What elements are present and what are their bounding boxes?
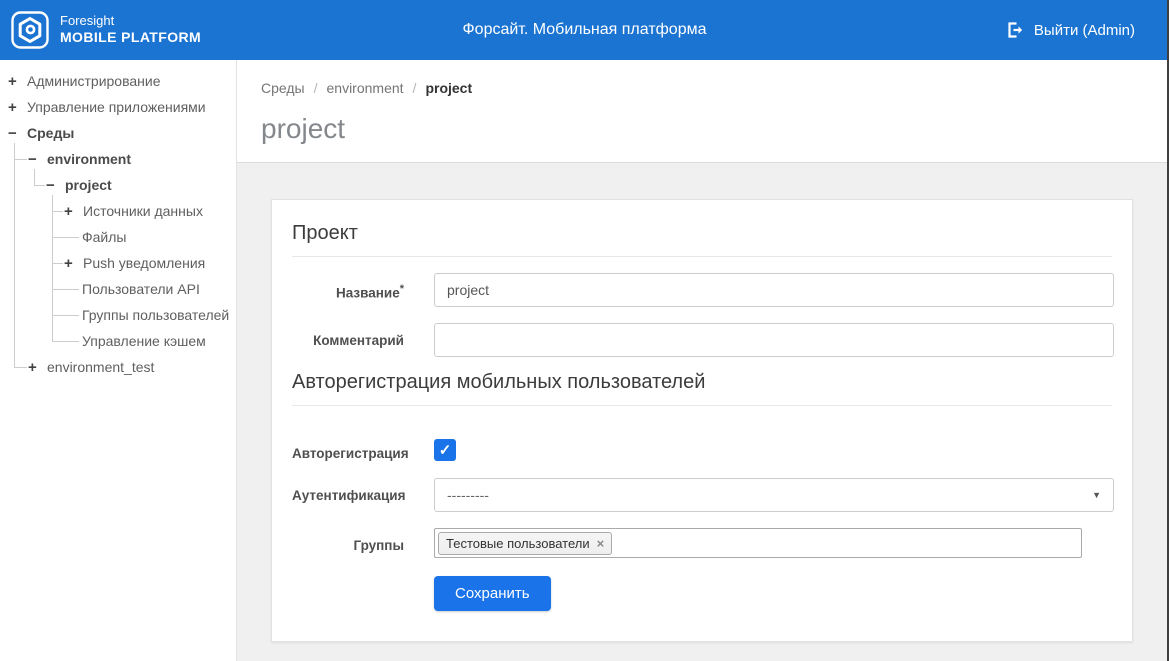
expand-icon[interactable]: + bbox=[64, 255, 83, 272]
brand-name: Foresight bbox=[60, 13, 201, 29]
project-form-card: Проект Название* Комментарий Авторегистр… bbox=[271, 199, 1133, 642]
sidebar-item-data-sources[interactable]: + Источники данных bbox=[0, 198, 236, 224]
tree-connector bbox=[14, 367, 27, 368]
sidebar-item-environments[interactable]: − Среды bbox=[0, 120, 236, 146]
breadcrumb: Среды / environment / project bbox=[261, 80, 1145, 96]
brand-logo[interactable]: Foresight MOBILE PLATFORM bbox=[0, 11, 201, 49]
page-topbar: Среды / environment / project project bbox=[237, 60, 1169, 163]
tree-connector bbox=[52, 341, 79, 342]
tree-connector bbox=[52, 289, 79, 290]
environment-tree: + Администрирование + Управление приложе… bbox=[0, 60, 236, 380]
sidebar-item-push-notifications[interactable]: + Push уведомления bbox=[0, 250, 236, 276]
sidebar-item-environment-test[interactable]: + environment_test bbox=[0, 354, 236, 380]
collapse-icon[interactable]: − bbox=[46, 177, 65, 194]
groups-multiselect[interactable]: Тестовые пользователи × bbox=[434, 528, 1082, 558]
tree-connector bbox=[52, 263, 63, 264]
expand-icon[interactable]: + bbox=[8, 99, 27, 116]
sidebar: + Администрирование + Управление приложе… bbox=[0, 60, 237, 661]
group-tag: Тестовые пользователи × bbox=[438, 532, 612, 555]
tree-connector bbox=[52, 211, 63, 212]
group-tag-label: Тестовые пользователи bbox=[446, 536, 590, 551]
name-input[interactable] bbox=[434, 273, 1114, 307]
name-label: Название* bbox=[292, 273, 404, 302]
groups-field-row: Группы Тестовые пользователи × bbox=[292, 528, 1112, 558]
sidebar-item-api-users[interactable]: Пользователи API bbox=[0, 276, 236, 302]
sidebar-item-files[interactable]: Файлы bbox=[0, 224, 236, 250]
comment-field-row: Комментарий bbox=[292, 323, 1112, 357]
page-title: project bbox=[261, 113, 1145, 145]
comment-input[interactable] bbox=[434, 323, 1114, 357]
authentication-select-value: --------- bbox=[447, 487, 489, 503]
sidebar-item-project[interactable]: − project bbox=[0, 172, 236, 198]
sidebar-item-app-management[interactable]: + Управление приложениями bbox=[0, 94, 236, 120]
checkmark-icon: ✓ bbox=[439, 441, 452, 459]
brand-text: Foresight MOBILE PLATFORM bbox=[60, 13, 201, 47]
breadcrumb-environment[interactable]: environment bbox=[327, 80, 404, 96]
chevron-down-icon: ▼ bbox=[1092, 490, 1101, 500]
tree-connector bbox=[52, 237, 79, 238]
breadcrumb-separator: / bbox=[413, 80, 417, 96]
expand-icon[interactable]: + bbox=[8, 73, 27, 90]
logout-icon bbox=[1006, 21, 1024, 39]
groups-label: Группы bbox=[292, 528, 404, 554]
save-button[interactable]: Сохранить bbox=[434, 576, 551, 611]
sidebar-item-cache-management[interactable]: Управление кэшем bbox=[0, 328, 236, 354]
name-field-row: Название* bbox=[292, 273, 1112, 307]
remove-tag-icon[interactable]: × bbox=[597, 536, 605, 551]
authentication-label: Аутентификация bbox=[292, 478, 404, 504]
section-title-project: Проект bbox=[292, 222, 1112, 257]
autoregistration-label: Авторегистрация bbox=[292, 436, 404, 462]
save-row: Сохранить bbox=[292, 576, 1112, 611]
sidebar-item-administration[interactable]: + Администрирование bbox=[0, 68, 236, 94]
logout-label: Выйти (Admin) bbox=[1034, 22, 1135, 39]
app-header: Foresight MOBILE PLATFORM Форсайт. Мобил… bbox=[0, 0, 1169, 60]
tree-connector bbox=[34, 185, 45, 186]
section-title-autoregistration: Авторегистрация мобильных пользователей bbox=[292, 371, 1112, 406]
breadcrumb-current: project bbox=[425, 80, 472, 96]
tree-connector bbox=[52, 315, 79, 316]
comment-label: Комментарий bbox=[292, 323, 404, 349]
breadcrumb-separator: / bbox=[314, 80, 318, 96]
expand-icon[interactable]: + bbox=[28, 359, 47, 376]
main-content: Среды / environment / project project Пр… bbox=[237, 60, 1169, 661]
sidebar-item-user-groups[interactable]: Группы пользователей bbox=[0, 302, 236, 328]
sidebar-item-environment[interactable]: − environment bbox=[0, 146, 236, 172]
autoregistration-checkbox[interactable]: ✓ bbox=[434, 439, 456, 461]
required-marker: * bbox=[400, 283, 404, 295]
breadcrumb-environments[interactable]: Среды bbox=[261, 80, 305, 96]
autoregistration-field-row: Авторегистрация ✓ bbox=[292, 436, 1112, 462]
foresight-logo-icon bbox=[11, 11, 49, 49]
collapse-icon[interactable]: − bbox=[28, 151, 47, 168]
collapse-icon[interactable]: − bbox=[8, 125, 27, 142]
tree-connector bbox=[14, 159, 27, 160]
authentication-field-row: Аутентификация --------- ▼ bbox=[292, 478, 1112, 512]
expand-icon[interactable]: + bbox=[64, 203, 83, 220]
authentication-select[interactable]: --------- ▼ bbox=[434, 478, 1114, 512]
brand-product: MOBILE PLATFORM bbox=[60, 29, 201, 47]
logout-button[interactable]: Выйти (Admin) bbox=[1006, 0, 1135, 60]
